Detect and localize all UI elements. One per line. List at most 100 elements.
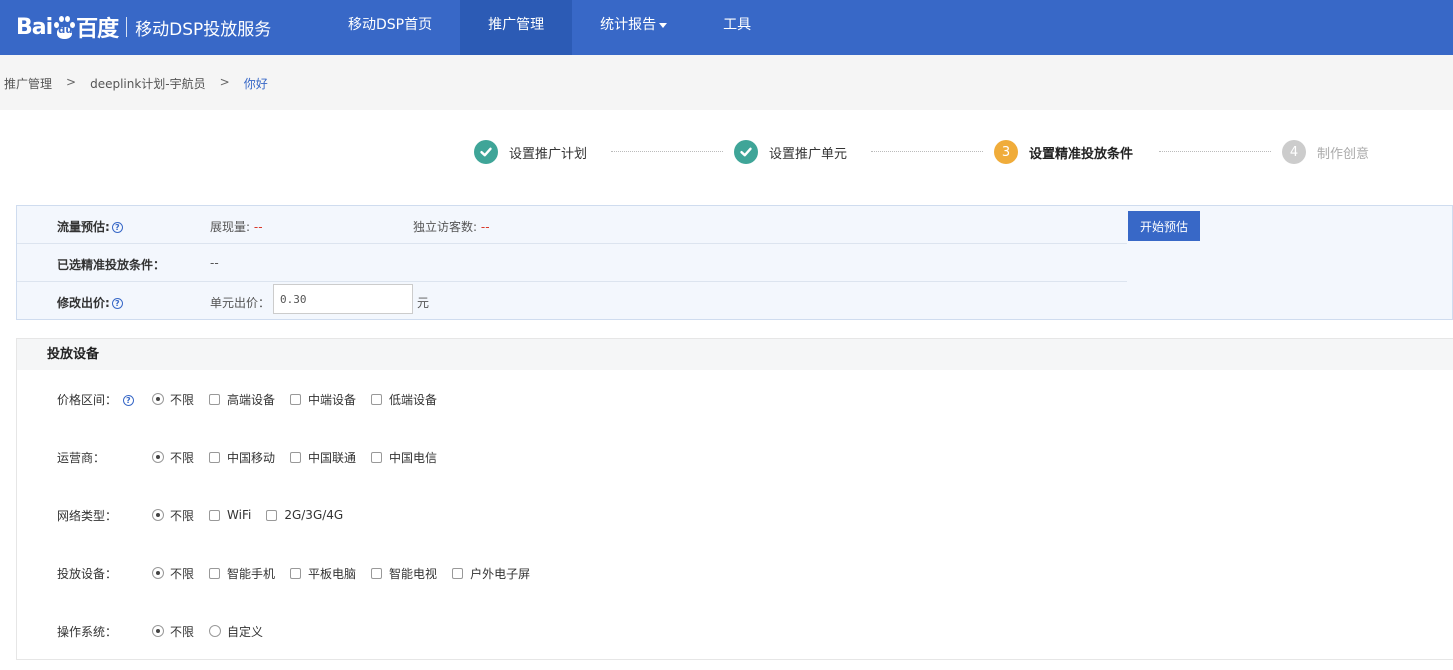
checkbox[interactable]: [371, 567, 383, 579]
visitors-value: --: [480, 220, 490, 234]
network-unlimited-radio[interactable]: 不限: [152, 507, 194, 524]
device-section-title: 投放设备: [17, 339, 1453, 370]
breadcrumb: 推广管理 > deeplink计划-宇航员 > 你好: [4, 75, 268, 92]
nav-tools-label: 工具: [723, 17, 752, 33]
network-wifi-checkbox[interactable]: WiFi: [209, 508, 251, 522]
radio-selected[interactable]: [152, 567, 164, 579]
step-plan-label: 设置推广计划: [509, 146, 588, 162]
radio-selected[interactable]: [152, 393, 164, 405]
device-type-label: 投放设备：: [57, 566, 118, 581]
network-type-options: 不限 WiFi 2G/3G/4G: [152, 507, 358, 524]
step-targeting-label: 设置精准投放条件: [1029, 146, 1134, 162]
os-options: 不限 自定义: [152, 623, 278, 640]
price-unlimited-radio[interactable]: 不限: [152, 391, 194, 408]
product-title: 移动DSP投放服务: [135, 19, 272, 40]
price-range-label: 价格区间： ?: [57, 391, 134, 408]
impressions-label: 展现量:: [210, 220, 251, 234]
checkbox[interactable]: [371, 393, 383, 405]
device-outdoor-screen-checkbox[interactable]: 户外电子屏: [452, 565, 530, 582]
os-custom-radio[interactable]: 自定义: [209, 623, 263, 640]
baidu-logo[interactable]: Bai du 百度 移动DSP投放服务: [16, 8, 271, 46]
help-icon[interactable]: ?: [111, 298, 123, 309]
nav-tools[interactable]: 工具: [695, 0, 779, 55]
step-connector: [611, 151, 723, 152]
checkbox[interactable]: [209, 567, 221, 579]
price-high-checkbox[interactable]: 高端设备: [209, 391, 275, 408]
baidu-logo-mark: Bai du 百度: [16, 11, 119, 43]
impressions-value: --: [253, 220, 263, 234]
os-label: 操作系统：: [57, 624, 118, 639]
help-icon[interactable]: ?: [111, 222, 123, 233]
checkbox[interactable]: [266, 509, 278, 521]
step-number-4: 4: [1282, 140, 1306, 164]
estimate-panel: 流量预估:? 展现量: -- 独立访客数: -- 开始预估 已选精准投放条件： …: [16, 205, 1453, 320]
radio-unselected[interactable]: [209, 625, 222, 637]
paw-icon: du: [53, 15, 76, 39]
checkbox[interactable]: [209, 393, 221, 405]
nav-home[interactable]: 移动DSP首页: [320, 0, 460, 55]
device-tablet-checkbox[interactable]: 平板电脑: [290, 565, 356, 582]
checkbox[interactable]: [371, 451, 383, 463]
nav-promotion-management[interactable]: 推广管理: [460, 0, 573, 55]
carrier-telecom-checkbox[interactable]: 中国电信: [371, 449, 437, 466]
step-connector: [1159, 151, 1271, 152]
radio-selected[interactable]: [152, 625, 164, 637]
step-plan: 设置推广计划: [474, 139, 587, 165]
unit-bid-input[interactable]: [273, 284, 413, 314]
traffic-estimate-row: 流量预估:? 展现量: -- 独立访客数: --: [17, 206, 1127, 244]
check-icon: [474, 140, 498, 164]
price-low-checkbox[interactable]: 低端设备: [371, 391, 437, 408]
breadcrumb-promotion[interactable]: 推广管理: [4, 75, 52, 92]
checkbox[interactable]: [209, 509, 221, 521]
radio-selected[interactable]: [152, 451, 164, 463]
selected-conditions-row: 已选精准投放条件： --: [17, 244, 1127, 282]
unit-bid-label: 单元出价：: [210, 296, 271, 310]
checkbox[interactable]: [290, 567, 302, 579]
price-mid-checkbox[interactable]: 中端设备: [290, 391, 356, 408]
carrier-unicom-checkbox[interactable]: 中国联通: [290, 449, 356, 466]
step-creative-label: 制作创意: [1317, 146, 1370, 162]
carrier-label: 运营商：: [57, 450, 106, 465]
step-unit-label: 设置推广单元: [769, 146, 848, 162]
start-estimate-button[interactable]: 开始预估: [1128, 211, 1200, 241]
step-number-3: 3: [994, 140, 1018, 164]
main-nav: 移动DSP首页 推广管理 统计报告 工具: [320, 0, 779, 55]
nav-home-label: 移动DSP首页: [348, 17, 433, 33]
device-section: 投放设备 价格区间： ? 不限 高端设备 中端设备 低端设备 运营商： 不限 中…: [16, 338, 1453, 660]
logo-divider: [126, 17, 128, 37]
selected-conditions-value: --: [210, 256, 219, 270]
carrier-unlimited-radio[interactable]: 不限: [152, 449, 194, 466]
logo-text-du: du: [58, 25, 73, 36]
logo-text-bai: Bai: [16, 14, 53, 40]
device-tv-checkbox[interactable]: 智能电视: [371, 565, 437, 582]
currency-label: 元: [417, 296, 430, 310]
step-connector: [871, 151, 983, 152]
breadcrumb-plan[interactable]: deeplink计划-宇航员: [90, 75, 206, 92]
breadcrumb-separator: >: [219, 75, 230, 89]
breadcrumb-bar: 推广管理 > deeplink计划-宇航员 > 你好: [0, 55, 1453, 110]
device-unlimited-radio[interactable]: 不限: [152, 565, 194, 582]
breadcrumb-current: 你好: [243, 77, 268, 91]
device-phone-checkbox[interactable]: 智能手机: [209, 565, 275, 582]
checkbox[interactable]: [290, 451, 302, 463]
bid-label: 修改出价:?: [57, 294, 123, 311]
network-cellular-checkbox[interactable]: 2G/3G/4G: [266, 508, 343, 522]
carrier-options: 不限 中国移动 中国联通 中国电信: [152, 449, 452, 466]
visitors-label: 独立访客数:: [413, 220, 478, 234]
step-unit: 设置推广单元: [734, 139, 847, 165]
selected-conditions-label: 已选精准投放条件：: [57, 258, 166, 272]
step-targeting: 3 设置精准投放条件: [994, 139, 1133, 165]
bid-row: 修改出价:? 单元出价： 元: [17, 282, 1127, 320]
radio-selected[interactable]: [152, 509, 164, 521]
device-type-options: 不限 智能手机 平板电脑 智能电视 户外电子屏: [152, 565, 545, 582]
caret-down-icon: [659, 22, 668, 28]
checkbox[interactable]: [452, 567, 464, 579]
nav-statistics-report[interactable]: 统计报告: [572, 0, 695, 55]
checkbox[interactable]: [290, 393, 302, 405]
network-type-label: 网络类型：: [57, 508, 118, 523]
os-unlimited-radio[interactable]: 不限: [152, 623, 194, 640]
help-icon[interactable]: ?: [122, 394, 134, 406]
logo-text-baidu-cn: 百度: [76, 17, 119, 42]
checkbox[interactable]: [209, 451, 221, 463]
carrier-mobile-checkbox[interactable]: 中国移动: [209, 449, 275, 466]
